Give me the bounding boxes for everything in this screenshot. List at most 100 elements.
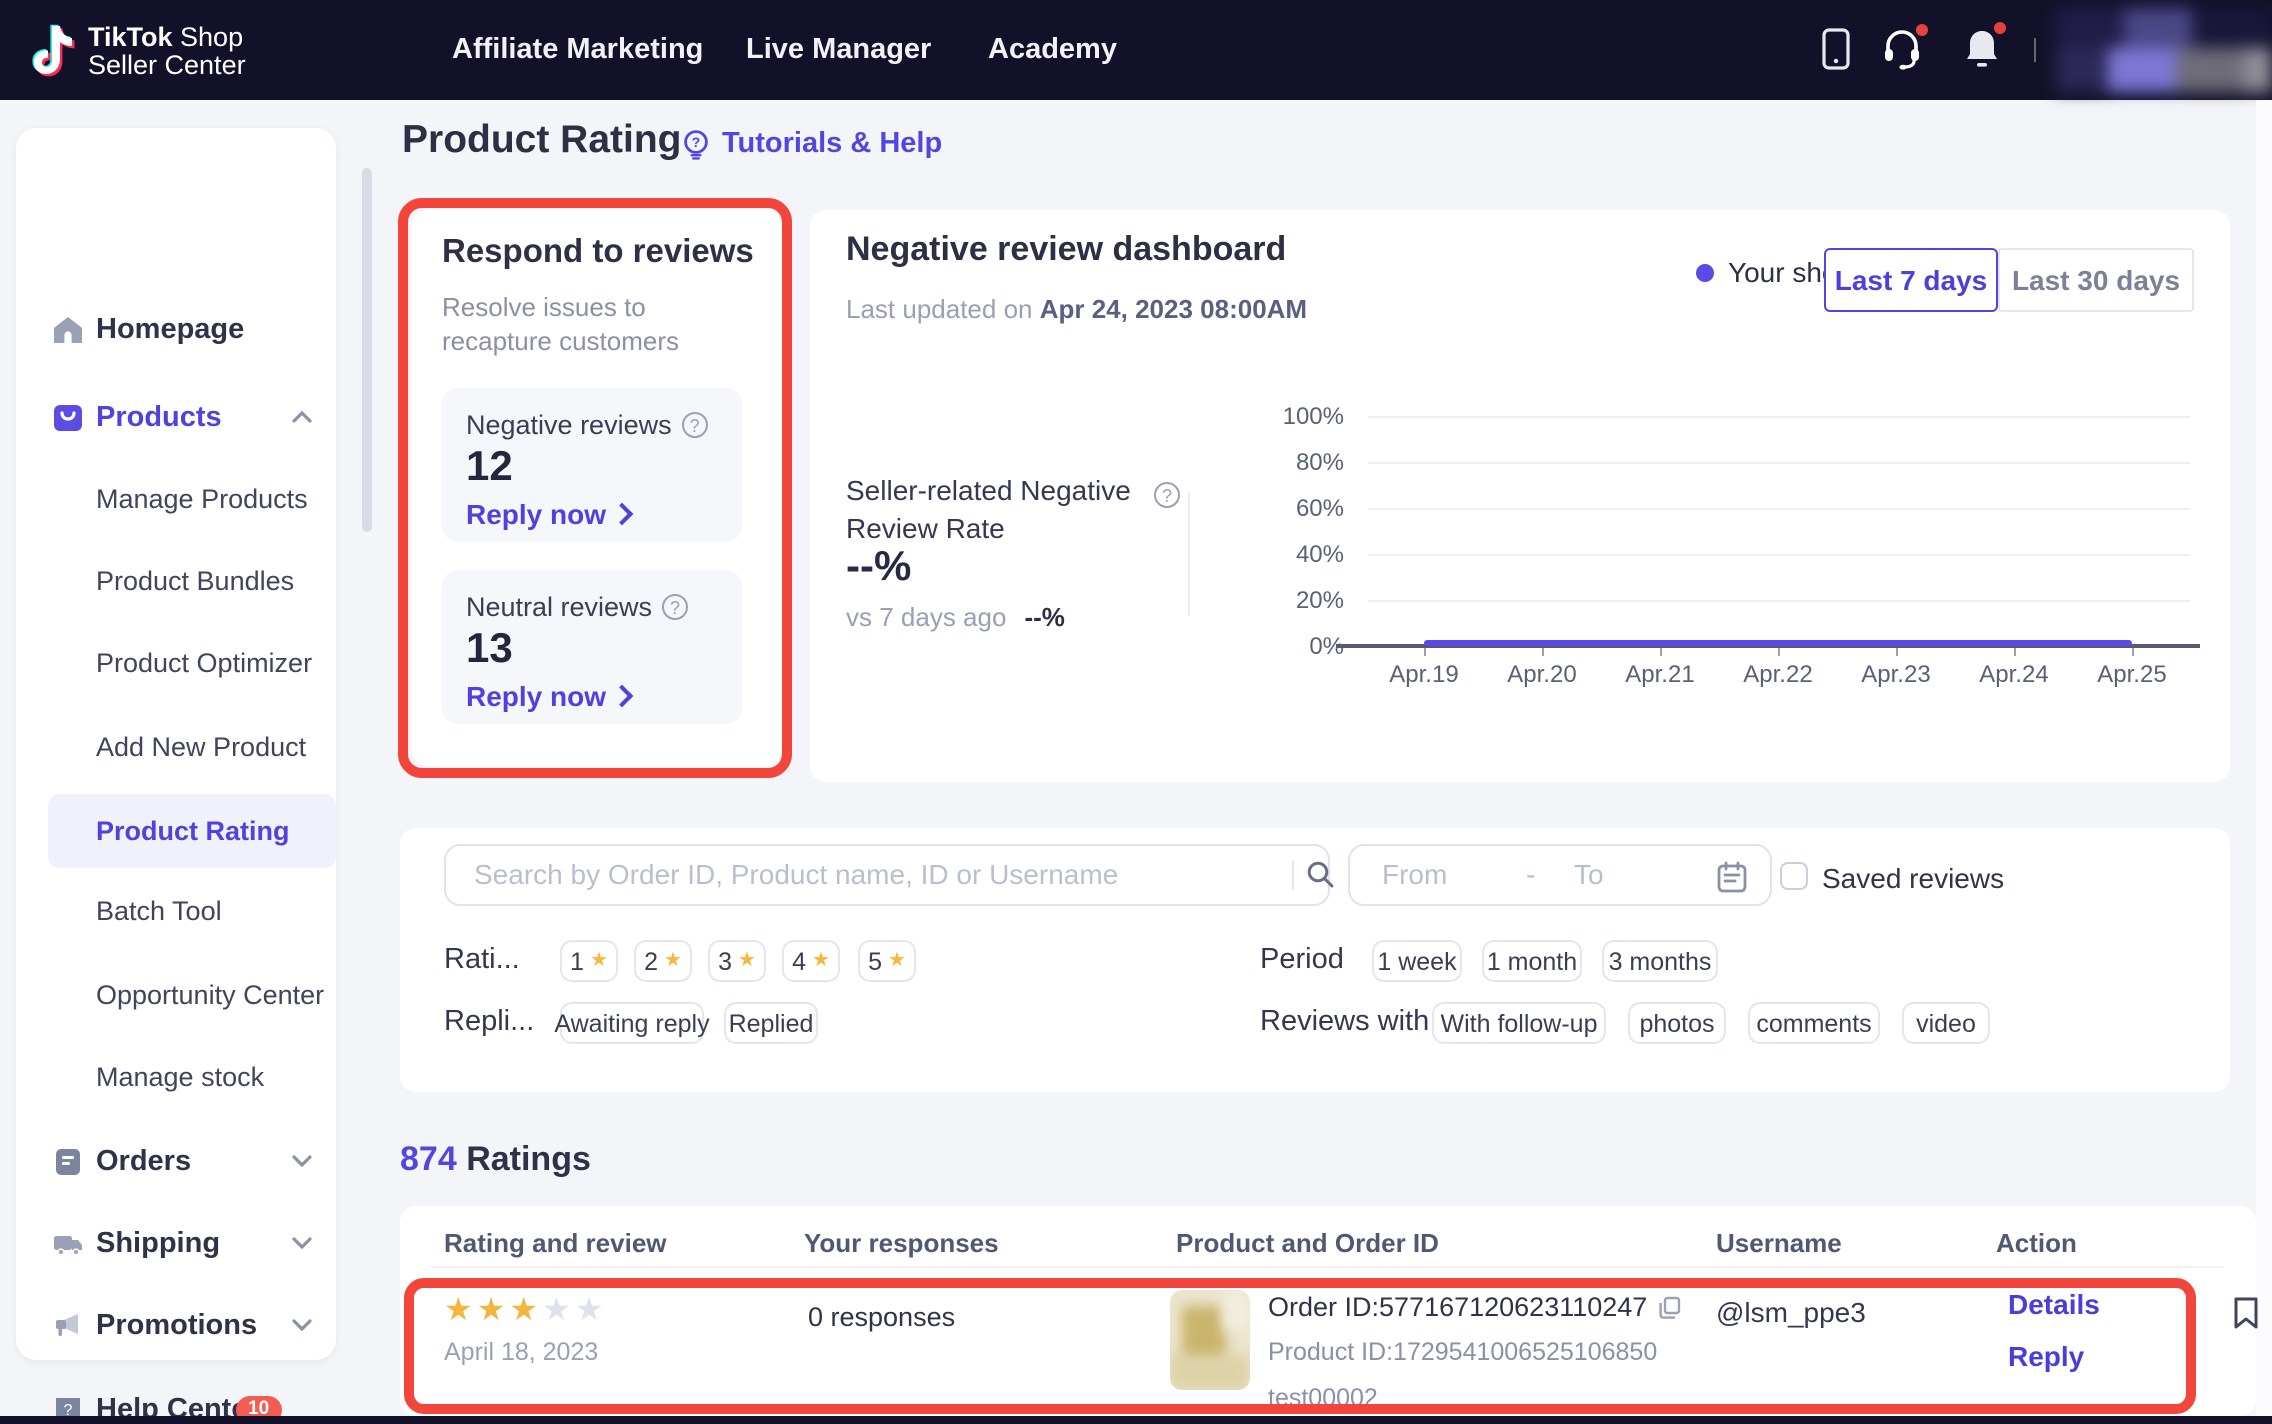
sidebar-item-products[interactable]: Products xyxy=(16,380,336,454)
sidebar-scrollbar-thumb[interactable] xyxy=(362,168,372,532)
y-tick-40: 40% xyxy=(1240,540,1344,568)
rating-2-star-button[interactable]: 2★ xyxy=(634,940,692,982)
awaiting-reply-button[interactable]: Awaiting reply xyxy=(560,1002,704,1044)
last-7-days-button[interactable]: Last 7 days xyxy=(1824,248,1998,312)
sidebar-item-batch-tool[interactable]: Batch Tool xyxy=(16,874,336,948)
search-icon[interactable] xyxy=(1306,860,1334,888)
neutral-reviews-stat: Neutral reviews? 13 Reply now xyxy=(442,570,742,724)
star-icon: ★ xyxy=(812,950,830,972)
period-1-month-button[interactable]: 1 month xyxy=(1482,940,1582,982)
nav-live-manager[interactable]: Live Manager xyxy=(746,0,931,100)
y-tick-20: 20% xyxy=(1240,586,1344,614)
comments-button[interactable]: comments xyxy=(1748,1002,1880,1044)
x-label-apr25: Apr.25 xyxy=(2076,660,2188,688)
respond-card-subtitle: Resolve issues to recapture customers xyxy=(442,290,746,358)
period-1-week-button[interactable]: 1 week xyxy=(1372,940,1462,982)
question-circle-icon[interactable]: ? xyxy=(682,412,708,438)
avatar[interactable] xyxy=(2056,8,2272,92)
rating-5-star-button[interactable]: 5★ xyxy=(858,940,916,982)
question-circle-icon[interactable]: ? xyxy=(1154,482,1180,508)
y-tick-80: 80% xyxy=(1240,448,1344,476)
period-3-months-button[interactable]: 3 months xyxy=(1602,940,1718,982)
lightbulb-question-icon: ? xyxy=(682,129,710,159)
copy-icon[interactable] xyxy=(1657,1295,1681,1319)
sidebar-item-promotions[interactable]: Promotions xyxy=(16,1288,336,1362)
compare-7-days: vs 7 days ago--% xyxy=(846,602,1065,632)
bookmark-icon[interactable] xyxy=(2232,1296,2260,1330)
sidebar-item-product-rating[interactable]: Product Rating xyxy=(16,794,336,868)
product-thumbnail[interactable] xyxy=(1170,1290,1250,1390)
sidebar-item-product-bundles[interactable]: Product Bundles xyxy=(16,544,336,618)
sidebar-item-product-optimizer[interactable]: Product Optimizer xyxy=(16,626,336,700)
star-icon: ★ xyxy=(888,950,906,972)
x-tick xyxy=(1660,648,1662,656)
search-input[interactable]: Search by Order ID, Product name, ID or … xyxy=(444,844,1330,906)
seller-related-rate-value: --% xyxy=(846,544,911,592)
x-tick xyxy=(1896,648,1898,656)
chevron-down-icon xyxy=(292,1153,312,1167)
reviews-with-label: Reviews with xyxy=(1260,1006,1429,1038)
top-header-bar: TikTok Shop Seller Center Affiliate Mark… xyxy=(0,0,2272,100)
orders-icon xyxy=(52,1145,84,1177)
respond-card-title: Respond to reviews xyxy=(442,234,754,272)
responses-count: 0 responses xyxy=(808,1302,955,1332)
details-link[interactable]: Details xyxy=(2008,1288,2100,1320)
saved-reviews-checkbox[interactable] xyxy=(1780,861,1808,889)
replied-button[interactable]: Replied xyxy=(724,1002,818,1044)
reply-now-negative-link[interactable]: Reply now xyxy=(466,498,630,530)
sidebar-item-add-new-product[interactable]: Add New Product xyxy=(16,710,336,784)
reply-link[interactable]: Reply xyxy=(2008,1340,2084,1372)
star-filled-icon: ★ xyxy=(444,1294,477,1328)
sidebar-item-orders[interactable]: Orders xyxy=(16,1124,336,1198)
header-divider xyxy=(2034,38,2036,62)
sidebar-item-manage-products[interactable]: Manage Products xyxy=(16,462,336,536)
product-id: Product ID:1729541006525106850 xyxy=(1268,1338,1657,1366)
rating-3-star-button[interactable]: 3★ xyxy=(708,940,766,982)
legend-dot xyxy=(1696,263,1714,281)
photos-button[interactable]: photos xyxy=(1628,1002,1726,1044)
gridline xyxy=(1368,508,2190,510)
x-label-apr19: Apr.19 xyxy=(1368,660,1480,688)
nav-academy[interactable]: Academy xyxy=(988,0,1117,100)
page-scrollbar-track[interactable] xyxy=(2256,100,2272,1416)
sidebar-item-shipping[interactable]: Shipping xyxy=(16,1206,336,1280)
mobile-app-icon[interactable] xyxy=(1822,28,1850,70)
svg-text:?: ? xyxy=(692,133,701,149)
calendar-icon[interactable] xyxy=(1716,860,1748,894)
your-shop-series-line xyxy=(1424,640,2132,646)
x-tick xyxy=(1424,648,1426,656)
with-follow-up-button[interactable]: With follow-up xyxy=(1432,1002,1606,1044)
products-bag-icon xyxy=(52,401,84,433)
col-your-responses: Your responses xyxy=(804,1228,999,1258)
sidebar-item-opportunity-center[interactable]: Opportunity Center xyxy=(16,958,336,1032)
col-product-and-order-id: Product and Order ID xyxy=(1176,1228,1439,1258)
logo-wordmark: TikTok Shop Seller Center xyxy=(88,24,246,80)
bottom-edge-bar xyxy=(0,1416,2272,1424)
notifications-bell-icon[interactable] xyxy=(1964,28,2000,70)
chevron-up-icon xyxy=(292,409,312,423)
reply-now-neutral-link[interactable]: Reply now xyxy=(466,680,630,712)
y-tick-100: 100% xyxy=(1240,402,1344,430)
chevron-right-icon xyxy=(611,685,634,708)
col-username: Username xyxy=(1716,1228,1842,1258)
tutorials-help-link[interactable]: ? Tutorials & Help xyxy=(682,128,942,160)
video-button[interactable]: video xyxy=(1902,1002,1990,1044)
page-title: Product Rating xyxy=(402,118,682,164)
support-headset-icon[interactable] xyxy=(1882,28,1922,70)
rating-4-star-button[interactable]: 4★ xyxy=(782,940,840,982)
last-30-days-button[interactable]: Last 30 days xyxy=(1998,248,2194,312)
rating-1-star-button[interactable]: 1★ xyxy=(560,940,618,982)
input-divider xyxy=(1292,860,1294,890)
date-range-input[interactable]: From - To xyxy=(1348,844,1772,906)
product-name-clipped: test00002 xyxy=(1268,1384,1378,1412)
order-id: Order ID:577167120623110247 xyxy=(1268,1292,1681,1322)
question-circle-icon[interactable]: ? xyxy=(662,594,688,620)
sidebar-item-manage-stock[interactable]: Manage stock xyxy=(16,1040,336,1114)
sidebar-item-homepage[interactable]: Homepage xyxy=(16,292,336,366)
x-tick xyxy=(1542,648,1544,656)
x-label-apr24: Apr.24 xyxy=(1958,660,2070,688)
nav-affiliate-marketing[interactable]: Affiliate Marketing xyxy=(452,0,703,100)
truck-icon xyxy=(52,1227,84,1259)
neutral-reviews-count: 13 xyxy=(466,626,513,674)
filters-card: Search by Order ID, Product name, ID or … xyxy=(400,828,2230,1092)
